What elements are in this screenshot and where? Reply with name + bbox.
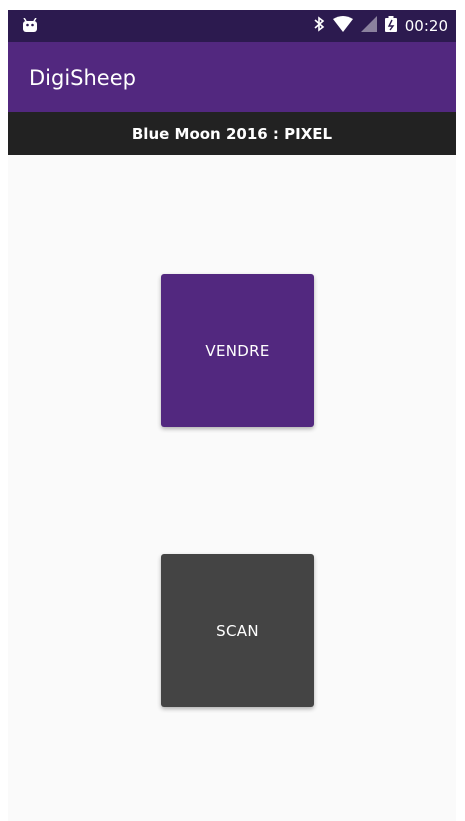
vendre-button-label: VENDRE <box>205 341 270 360</box>
bluetooth-icon <box>313 15 325 37</box>
scan-button[interactable]: SCAN <box>161 554 314 707</box>
android-icon <box>22 17 38 37</box>
status-time: 00:20 <box>404 17 448 35</box>
app-title: DigiSheep <box>29 66 136 90</box>
scan-button-label: SCAN <box>216 621 259 640</box>
wifi-icon <box>332 15 353 37</box>
sub-header: Blue Moon 2016 : PIXEL <box>8 112 456 155</box>
vendre-button[interactable]: VENDRE <box>161 274 314 427</box>
status-bar: 00:20 <box>8 10 456 42</box>
status-icons: 00:20 <box>313 10 448 42</box>
app-screen: 00:20 DigiSheep Blue Moon 2016 : PIXEL V… <box>8 10 456 821</box>
signal-icon <box>360 15 377 37</box>
battery-icon <box>384 15 397 37</box>
event-title: Blue Moon 2016 : PIXEL <box>131 124 333 143</box>
app-bar: DigiSheep <box>8 42 456 112</box>
